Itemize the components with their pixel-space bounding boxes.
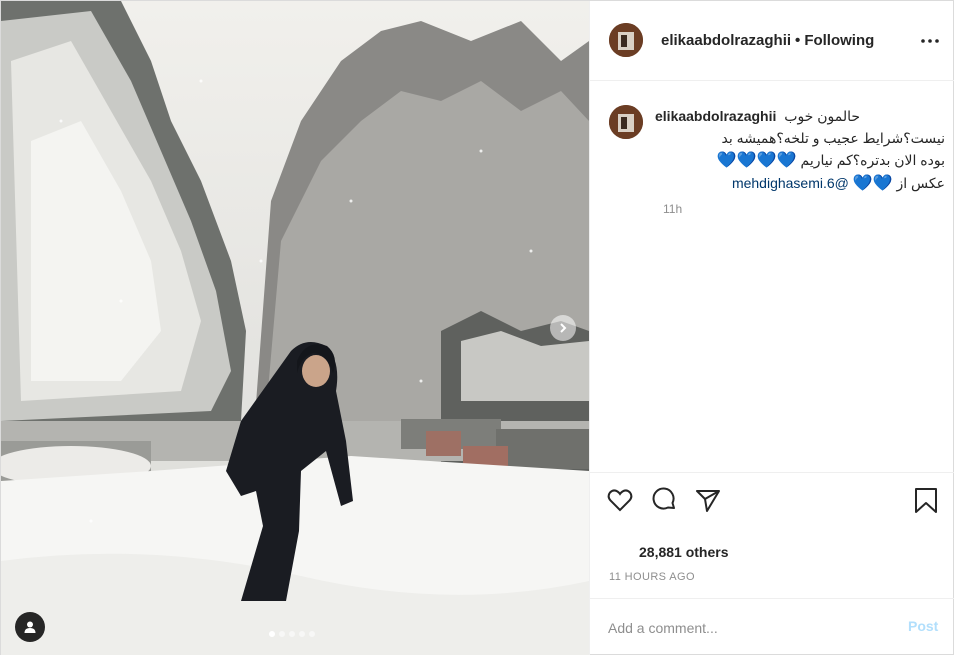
- avatar[interactable]: [609, 23, 643, 57]
- bookmark-icon[interactable]: [912, 486, 940, 514]
- caption-timestamp[interactable]: 11h: [663, 202, 682, 216]
- post-modal: elikaabdolrazaghii • Following elikaabdolr…: [0, 0, 954, 655]
- share-icon[interactable]: [694, 486, 722, 514]
- post-header: elikaabdolrazaghii • Following: [590, 1, 954, 81]
- post-actions: 28,881 others 11 HOURS AGO Post: [590, 472, 954, 655]
- caption-text-1: حالمون خوب: [784, 108, 861, 124]
- caption-line: نیست؟شرایط عجیب و تلخه؟همیشه بد: [721, 130, 945, 146]
- blue-heart-emoji: 💙💙💙💙: [716, 152, 797, 169]
- carousel-dot: [269, 631, 275, 637]
- post-comment-button[interactable]: Post: [908, 618, 938, 634]
- add-comment-bar: Post: [590, 598, 954, 655]
- heart-icon[interactable]: [606, 486, 634, 514]
- user-tags-button[interactable]: [15, 612, 45, 642]
- user-tag-icon: [24, 621, 36, 633]
- caption-line: عکس از 💙💙 @mehdighasemi.6: [655, 172, 945, 195]
- carousel-indicator: [269, 631, 315, 637]
- snow-scene-image: [1, 1, 589, 655]
- comment-icon[interactable]: [650, 486, 678, 514]
- likes-count[interactable]: 28,881 others: [639, 544, 729, 560]
- separator: •: [795, 32, 801, 49]
- chevron-right-icon: [560, 323, 567, 333]
- caption-comment: elikaabdolrazaghii حالمون خوب نیست؟شرایط…: [590, 82, 954, 472]
- next-image-button[interactable]: [550, 315, 576, 341]
- profile-photo: [609, 105, 643, 139]
- post-side-panel: elikaabdolrazaghii • Following elikaabdolr…: [589, 1, 954, 655]
- carousel-dot: [279, 631, 285, 637]
- following-button[interactable]: Following: [804, 32, 874, 49]
- avatar[interactable]: [609, 105, 643, 139]
- mention-link[interactable]: @mehdighasemi.6: [732, 175, 849, 191]
- caption-text-3: بوده الان بدتره؟کم نیاریم: [800, 152, 946, 168]
- caption-text: elikaabdolrazaghii حالمون خوب نیست؟شرایط…: [655, 105, 945, 195]
- carousel-dot: [299, 631, 305, 637]
- carousel-dot: [309, 631, 315, 637]
- caption-username[interactable]: elikaabdolrazaghii: [655, 108, 776, 124]
- more-options-icon[interactable]: [920, 31, 940, 51]
- caption-text-4: عکس از: [896, 175, 945, 191]
- username-link[interactable]: elikaabdolrazaghii: [661, 32, 791, 49]
- caption-line: elikaabdolrazaghii حالمون خوب: [655, 105, 945, 127]
- blue-heart-emoji: 💙💙: [852, 175, 893, 192]
- caption-line: بوده الان بدتره؟کم نیاریم 💙💙💙💙: [655, 149, 945, 172]
- post-photo[interactable]: [1, 1, 589, 655]
- carousel-dot: [289, 631, 295, 637]
- header-title: elikaabdolrazaghii • Following: [661, 32, 874, 49]
- comment-input[interactable]: [608, 617, 898, 639]
- post-timestamp[interactable]: 11 HOURS AGO: [609, 571, 695, 583]
- profile-photo: [609, 23, 643, 57]
